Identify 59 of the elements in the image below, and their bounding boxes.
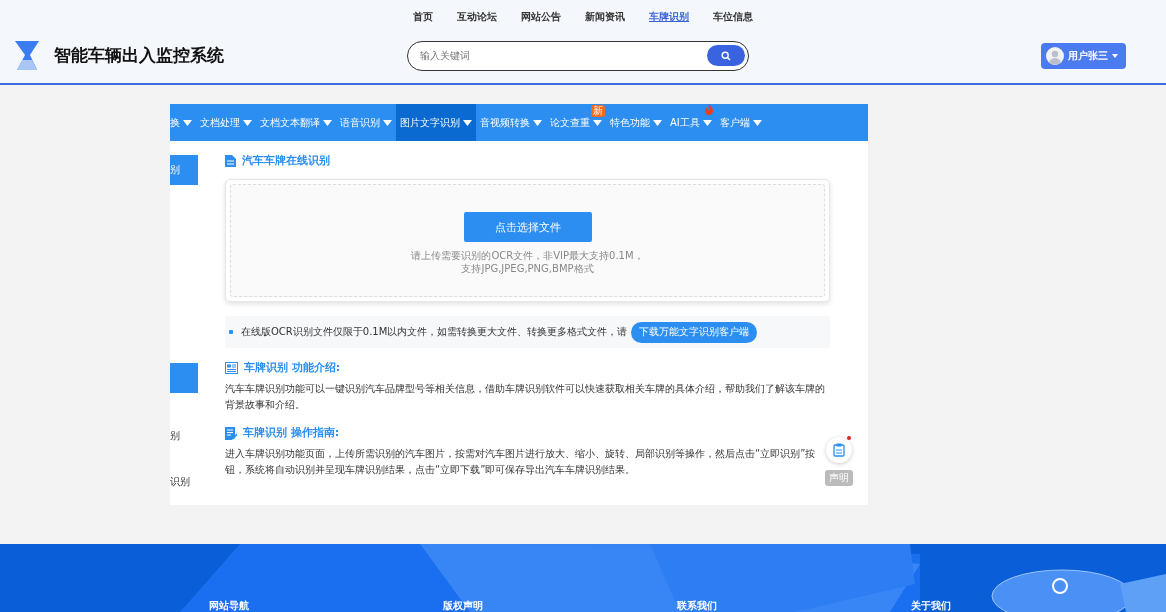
caret-icon: [183, 119, 192, 126]
caret-icon: [243, 119, 252, 126]
caret-icon: [593, 119, 602, 126]
clipboard-icon: [833, 443, 845, 457]
download-client-button[interactable]: 下载万能文字识别客户端: [631, 321, 758, 343]
menu-tab[interactable]: 论文查重 新: [546, 104, 606, 141]
sidebar-item[interactable]: 别: [170, 421, 198, 451]
section-title: 车牌识别 操作指南:: [243, 425, 340, 440]
bullet-icon: [229, 330, 233, 334]
section-paragraph: 汽车车牌识别功能可以一键识别汽车品牌型号等相关信息，借助车牌识别软件可以快速获取相关车牌的具体介绍，帮助我们了解该车牌的背景故事和介绍。: [225, 382, 826, 412]
footer-link[interactable]: 版权声明: [443, 599, 677, 612]
clipboard-button[interactable]: [826, 437, 852, 463]
menu-tab[interactable]: 语音识别: [336, 104, 396, 141]
menu-tab[interactable]: 文档文本翻译: [256, 104, 336, 141]
notepad-icon: [225, 425, 237, 440]
search-button[interactable]: [707, 45, 745, 66]
menu-tab[interactable]: 文档处理: [196, 104, 256, 141]
menu-tab[interactable]: 图片文字识别: [396, 104, 476, 141]
nav-link[interactable]: 网站公告: [521, 10, 561, 28]
caret-icon: [1112, 53, 1118, 58]
menu-tab[interactable]: 音视频转换: [476, 104, 546, 141]
upload-area[interactable]: 点击选择文件 请上传需要识别的OCR文件，非VIP最大支持0.1M， 支持JPG,JPEG,PNG,BMP格式: [225, 179, 830, 302]
user-menu-button[interactable]: 用户张三: [1041, 42, 1126, 69]
sidebar-item[interactable]: 别: [170, 155, 198, 185]
search-field[interactable]: 输入关键词: [407, 40, 749, 71]
new-badge: 新: [591, 105, 605, 117]
sidebar-item[interactable]: 识别: [170, 467, 198, 497]
nav-link[interactable]: 车位信息: [713, 10, 753, 28]
footer-link[interactable]: 联系我们: [677, 599, 911, 612]
section-title: 汽车车牌在线识别: [242, 153, 330, 168]
footer-link[interactable]: 关于我们: [911, 599, 1145, 612]
news-icon: [225, 361, 238, 374]
menu-tab[interactable]: 客户端: [715, 104, 766, 141]
logo-icon: [12, 38, 42, 73]
search-icon: [721, 50, 731, 61]
nav-link[interactable]: 新闻资讯: [585, 10, 625, 28]
choose-file-button[interactable]: 点击选择文件: [463, 212, 592, 242]
notice-text: 在线版OCR识别文件仅限于0.1M以内文件，如需转换更大文件、转换更多格式文件，请: [241, 325, 628, 339]
menu-tab[interactable]: AI工具: [666, 104, 716, 141]
caret-icon: [383, 119, 392, 126]
nav-link[interactable]: 首页: [413, 10, 433, 28]
menu-tab[interactable]: 特色功能: [606, 104, 666, 141]
section-paragraph: 进入车牌识别功能页面，上传所需识别的汽车图片，按需对汽车图片进行放大、缩小、旋转、局部识别等操作，然后点击“立即识别”按钮，系统将自动识别并呈现车牌识别结果，点击“立即下载”即可保存导出汽车车牌识别结果。: [225, 447, 817, 477]
upload-hint: 请上传需要识别的OCR文件，非VIP最大支持0.1M， 支持JPG,JPEG,PNG,BMP格式: [411, 249, 644, 275]
caret-icon: [653, 119, 662, 126]
nav-link[interactable]: 车牌识别: [649, 10, 689, 28]
document-icon: [225, 154, 236, 167]
avatar-icon: [1046, 46, 1064, 65]
footer-link[interactable]: 网站导航: [209, 599, 443, 612]
menu-tab[interactable]: 换: [170, 104, 196, 141]
section-title: 车牌识别 功能介绍:: [244, 360, 341, 375]
statement-label: 声明: [825, 470, 853, 486]
caret-icon: [323, 119, 332, 126]
caret-icon: [752, 119, 762, 126]
caret-icon: [533, 119, 542, 126]
nav-link[interactable]: 互动论坛: [457, 10, 497, 28]
caret-icon: [702, 119, 712, 126]
site-title: 智能车辆出入监控系统: [54, 44, 224, 67]
caret-icon: [463, 119, 472, 126]
